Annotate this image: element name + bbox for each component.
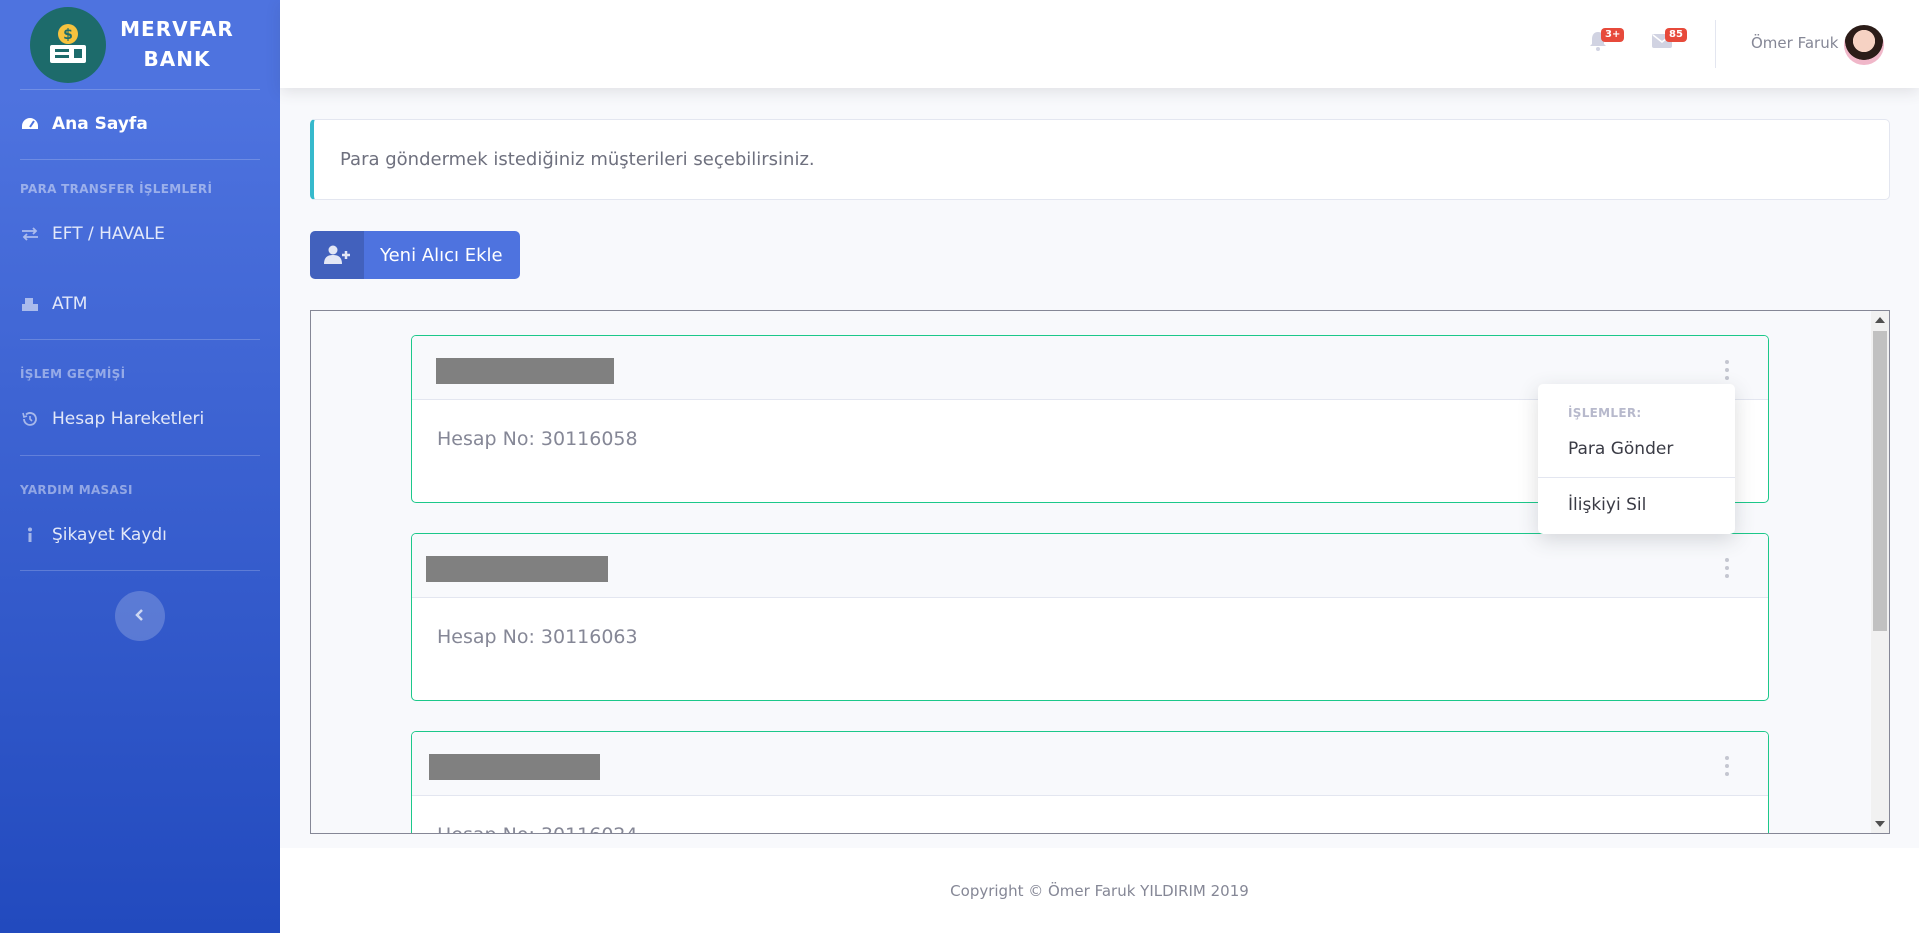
messages-badge: 85 bbox=[1665, 28, 1687, 42]
messages-button[interactable]: 85 bbox=[1651, 28, 1687, 54]
topbar-divider bbox=[1715, 20, 1716, 68]
sidebar-item-home[interactable]: Ana Sayfa bbox=[20, 114, 148, 134]
bank-logo-icon[interactable]: $ bbox=[30, 7, 106, 83]
chevron-left-icon bbox=[134, 607, 146, 626]
sidebar-divider bbox=[20, 89, 260, 90]
history-icon bbox=[20, 410, 40, 428]
recipient-card: Hesap No: 30116024 bbox=[411, 731, 1769, 833]
scrollbar[interactable] bbox=[1871, 311, 1889, 833]
sidebar-heading-transfer: PARA TRANSFER İŞLEMLERİ bbox=[20, 182, 213, 196]
redacted-name bbox=[429, 754, 600, 780]
copyright-text: Copyright © Ömer Faruk YILDIRIM 2019 bbox=[950, 881, 1249, 900]
sidebar-divider bbox=[20, 570, 260, 571]
sidebar-toggle-button[interactable] bbox=[115, 591, 165, 641]
info-icon bbox=[20, 526, 40, 544]
info-message: Para göndermek istediğiniz müşterileri s… bbox=[340, 149, 815, 170]
tachometer-icon bbox=[20, 115, 40, 133]
more-options-icon[interactable] bbox=[1724, 558, 1730, 578]
sidebar-item-atm[interactable]: ATM bbox=[20, 294, 87, 314]
sidebar-heading-help: YARDIM MASASI bbox=[20, 483, 133, 497]
delete-relation-menu-item[interactable]: İlişkiyi Sil bbox=[1568, 495, 1646, 515]
sidebar-divider bbox=[20, 455, 260, 456]
sidebar-item-eft[interactable]: EFT / HAVALE bbox=[20, 224, 165, 244]
sidebar-item-complaint[interactable]: Şikayet Kaydı bbox=[20, 525, 167, 545]
sidebar-divider bbox=[20, 159, 260, 160]
dropdown-divider bbox=[1538, 477, 1735, 478]
footer: Copyright © Ömer Faruk YILDIRIM 2019 bbox=[280, 848, 1919, 933]
exchange-icon bbox=[20, 225, 40, 243]
sidebar-divider bbox=[20, 339, 260, 340]
topbar: 3+ 85 Ömer Faruk bbox=[280, 0, 1919, 88]
recipient-card: Hesap No: 30116063 bbox=[411, 533, 1769, 701]
more-options-icon[interactable] bbox=[1724, 756, 1730, 776]
account-number: Hesap No: 30116063 bbox=[437, 626, 638, 648]
scroll-down-arrow-icon[interactable] bbox=[1875, 821, 1885, 827]
alerts-badge: 3+ bbox=[1601, 28, 1625, 42]
alerts-button[interactable]: 3+ bbox=[1587, 28, 1625, 54]
scroll-up-arrow-icon[interactable] bbox=[1875, 317, 1885, 323]
add-recipient-button[interactable]: Yeni Alıcı Ekle bbox=[310, 231, 520, 279]
more-options-icon[interactable] bbox=[1724, 360, 1730, 380]
cash-register-icon bbox=[20, 295, 40, 313]
account-number: Hesap No: 30116024 bbox=[412, 796, 1768, 833]
redacted-name bbox=[436, 358, 614, 384]
send-money-menu-item[interactable]: Para Gönder bbox=[1568, 439, 1673, 459]
sidebar: $ MERVFAR BANK Ana Sayfa PARA TRANSFER İ… bbox=[0, 0, 280, 933]
card-header bbox=[412, 534, 1768, 598]
brand-name[interactable]: MERVFAR BANK bbox=[112, 14, 242, 74]
user-plus-icon bbox=[310, 231, 364, 279]
svg-text:$: $ bbox=[63, 27, 73, 43]
user-avatar[interactable] bbox=[1844, 25, 1884, 65]
redacted-name bbox=[426, 556, 608, 582]
scroll-thumb[interactable] bbox=[1873, 331, 1887, 631]
add-recipient-label: Yeni Alıcı Ekle bbox=[380, 244, 503, 266]
info-alert: Para göndermek istediğiniz müşterileri s… bbox=[310, 119, 1890, 200]
card-header bbox=[412, 732, 1768, 796]
sidebar-item-movements[interactable]: Hesap Hareketleri bbox=[20, 409, 204, 429]
dropdown-header: İŞLEMLER: bbox=[1568, 406, 1642, 420]
actions-dropdown: İŞLEMLER: Para Gönder İlişkiyi Sil bbox=[1538, 384, 1735, 534]
sidebar-heading-history: İŞLEM GEÇMİŞİ bbox=[20, 367, 126, 381]
user-name[interactable]: Ömer Faruk bbox=[1751, 34, 1838, 52]
